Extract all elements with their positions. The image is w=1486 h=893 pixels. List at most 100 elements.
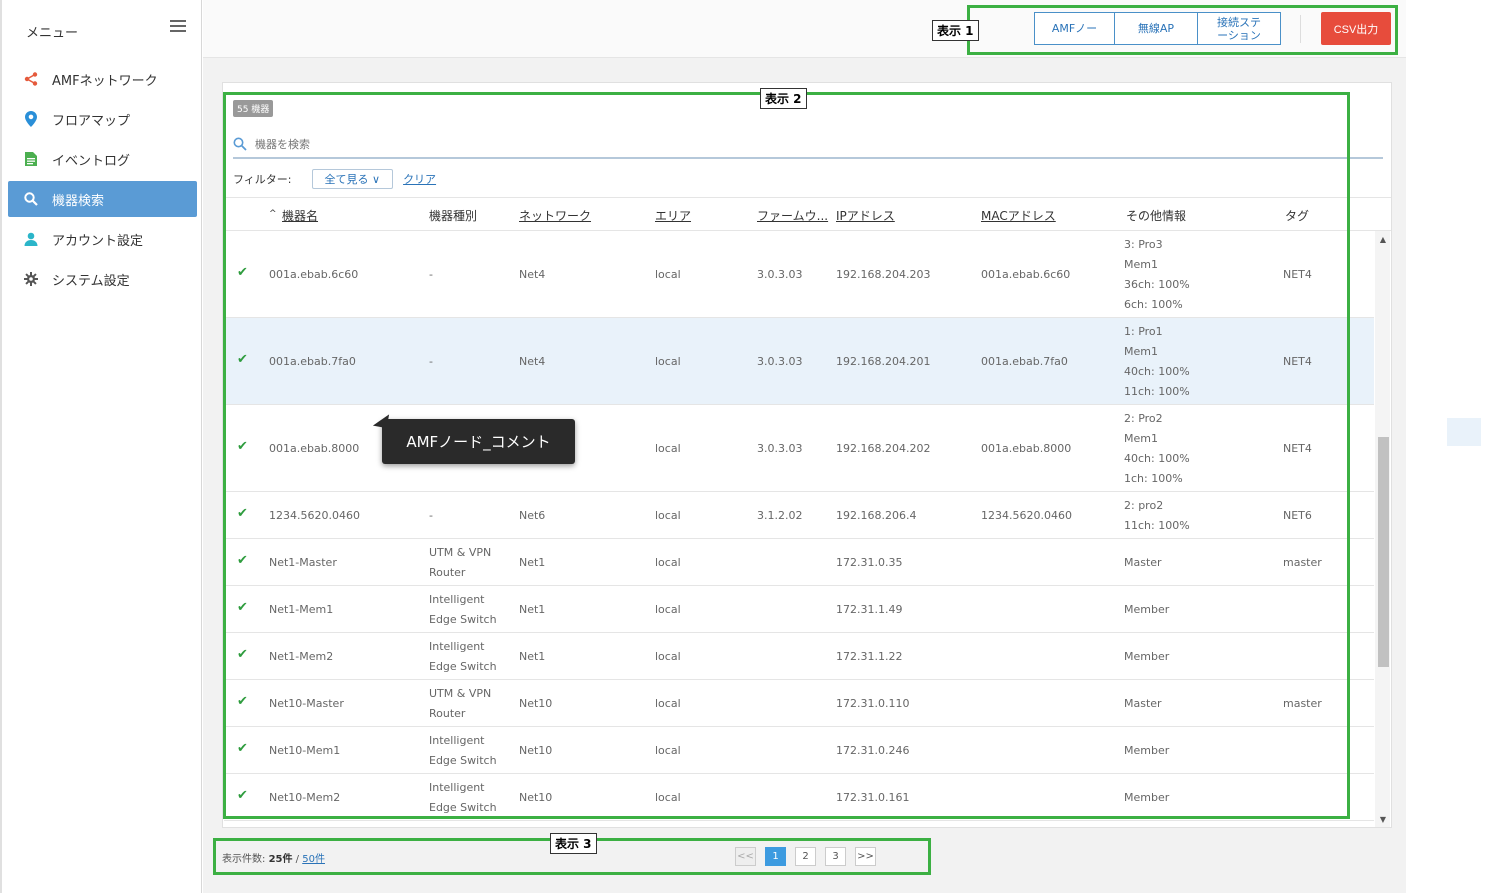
cell-network: Net4 (519, 267, 546, 281)
cell-area: local (655, 649, 681, 663)
search-icon (233, 137, 247, 151)
scroll-down-icon[interactable]: ▼ (1378, 815, 1388, 825)
column-header-ip-address[interactable]: IPアドレス (836, 207, 895, 224)
status-check-icon: ✔ (237, 438, 248, 454)
view-toggle-group: AMFノー 無線AP 接続ステ ーション (1034, 12, 1281, 45)
cell-name: Net1-Mem2 (269, 649, 334, 663)
filter-clear-link[interactable]: クリア (403, 171, 436, 187)
column-header-mac-address[interactable]: MACアドレス (981, 207, 1056, 224)
map-pin-icon (22, 110, 40, 128)
cell-area: local (655, 743, 681, 757)
scroll-thumb[interactable] (1378, 437, 1389, 667)
cell-area: local (655, 267, 681, 281)
pager-page-1[interactable]: 1 (765, 847, 786, 866)
sort-ascending-icon: ^ (269, 209, 277, 219)
cell-info: 1: Pro1 Mem1 40ch: 100% 11ch: 100% (1124, 324, 1190, 398)
cell-area: local (655, 602, 681, 616)
status-check-icon: ✔ (237, 552, 248, 568)
page-size-current: 25件 (268, 854, 293, 865)
table-row[interactable]: ✔ Net10-Master UTM & VPN Router Net10 local 17… (224, 680, 1374, 727)
table-row[interactable]: ✔ 001a.ebab.6c60 - Net4 local 3.0.3.03 192.168… (224, 231, 1374, 318)
cell-tag: NET4 (1283, 354, 1312, 368)
cell-area: local (655, 354, 681, 368)
cell-type: UTM & VPN Router (429, 686, 492, 720)
table-row[interactable]: ✔ Net1-Master UTM & VPN Router Net1 local 172.… (224, 539, 1374, 586)
pager-first-button[interactable]: << (735, 847, 756, 866)
table-row[interactable]: ✔ Net10-Mem2 Intelligent Edge Switch Net10 lo… (224, 774, 1374, 821)
cell-fw: 3.1.2.02 (757, 508, 803, 522)
device-search-input[interactable] (255, 137, 655, 151)
cell-tag: NET6 (1283, 508, 1312, 522)
cell-name: Net10-Master (269, 696, 344, 710)
sidebar-item-floor-map[interactable]: フロアマップ (8, 101, 197, 137)
status-check-icon: ✔ (237, 264, 248, 280)
cell-network: Net1 (519, 555, 546, 569)
wireless-ap-tab-button[interactable]: 無線AP (1115, 12, 1198, 45)
table-row[interactable]: ✔ 001a.ebab.7fa0 - Net4 local 3.0.3.03 192.168… (224, 318, 1374, 405)
sidebar-item-amf-network[interactable]: AMFネットワーク (8, 61, 197, 97)
cell-tag: NET4 (1283, 267, 1312, 281)
page-size-label: 表示件数: (222, 854, 266, 865)
user-icon (22, 230, 40, 248)
filter-dropdown[interactable]: 全て見る ∨ (311, 169, 394, 189)
cell-ip: 192.168.206.4 (836, 508, 917, 522)
status-check-icon: ✔ (237, 740, 248, 756)
cell-ip: 172.31.0.35 (836, 555, 903, 569)
cell-ip: 192.168.204.202 (836, 441, 931, 455)
sidebar-item-event-log[interactable]: イベントログ (8, 141, 197, 177)
column-header-area[interactable]: エリア (655, 207, 691, 224)
annotation-label-1: 表示 1 (932, 20, 979, 41)
sidebar-item-label: システム設定 (52, 273, 130, 289)
cell-type: - (429, 508, 433, 522)
device-count-badge: 55 機器 (233, 100, 274, 117)
cell-mac: 001a.ebab.7fa0 (981, 354, 1068, 368)
cell-area: local (655, 790, 681, 804)
column-header-device-name[interactable]: 機器名 (282, 207, 318, 224)
toolbar-divider (1300, 15, 1301, 43)
status-check-icon: ✔ (237, 787, 248, 803)
cell-network: Net1 (519, 602, 546, 616)
sidebar-item-device-search[interactable]: 機器検索 (8, 181, 197, 217)
cell-fw: 3.0.3.03 (757, 267, 803, 281)
page-size-50-link[interactable]: 50件 (302, 854, 325, 865)
status-check-icon: ✔ (237, 693, 248, 709)
column-header-device-type: 機器種別 (429, 209, 478, 223)
hamburger-menu-icon[interactable] (170, 20, 186, 36)
top-toolbar: 表示 1 AMFノー 無線AP 接続ステ ーション CSV出力 (203, 0, 1406, 58)
annotation-label-3: 表示 3 (550, 833, 597, 854)
cell-network: Net6 (519, 508, 546, 522)
page-size-info: 表示件数: 25件 / 50件 (222, 850, 325, 865)
csv-export-button[interactable]: CSV出力 (1321, 12, 1391, 45)
cell-mac: 1234.5620.0460 (981, 508, 1072, 522)
cell-ip: 192.168.204.203 (836, 267, 931, 281)
cell-name: 001a.ebab.6c60 (269, 267, 359, 281)
column-header-firmware[interactable]: ファームウ... (757, 207, 828, 224)
sidebar-item-account-settings[interactable]: アカウント設定 (8, 221, 197, 257)
menu-title: メニュー (26, 26, 79, 41)
node-comment-tooltip: AMFノード_コメント (382, 419, 575, 464)
sidebar: メニュー AMFネットワーク フロアマップ イベントログ 機器検索 アカウント設… (0, 0, 202, 893)
pager-page-3[interactable]: 3 (825, 847, 846, 866)
sidebar-item-system-settings[interactable]: システム設定 (8, 261, 197, 297)
annotation-label-2: 表示 2 (760, 88, 807, 109)
amf-node-tab-button[interactable]: AMFノー (1034, 12, 1115, 45)
page-size-separator: / (295, 854, 300, 865)
table-footer: 表示件数: 25件 / 50件 表示 3 << 1 2 3 >> (222, 833, 1392, 878)
cell-info: Master (1124, 696, 1162, 710)
pager-last-button[interactable]: >> (855, 847, 876, 866)
cell-info: Master (1124, 555, 1162, 569)
cell-mac: 001a.ebab.6c60 (981, 267, 1071, 281)
cell-info: 2: Pro2 Mem1 40ch: 100% 1ch: 100% (1124, 411, 1190, 485)
table-scrollbar[interactable]: ▲ ▼ (1375, 231, 1390, 827)
column-header-network[interactable]: ネットワーク (519, 207, 591, 224)
table-row[interactable]: ✔ Net10-Mem1 Intelligent Edge Switch Net10 lo… (224, 727, 1374, 774)
pager-page-2[interactable]: 2 (795, 847, 816, 866)
column-header-other-info: その他情報 (1126, 209, 1187, 223)
status-check-icon: ✔ (237, 505, 248, 521)
scroll-up-icon[interactable]: ▲ (1378, 235, 1388, 245)
cell-mac: 001a.ebab.8000 (981, 441, 1072, 455)
connected-station-tab-button[interactable]: 接続ステ ーション (1198, 12, 1281, 45)
table-row[interactable]: ✔ 1234.5620.0460 - Net6 local 3.1.2.02 192.168… (224, 492, 1374, 539)
table-row[interactable]: ✔ Net1-Mem1 Intelligent Edge Switch Net1 loca… (224, 586, 1374, 633)
table-row[interactable]: ✔ Net1-Mem2 Intelligent Edge Switch Net1 loca… (224, 633, 1374, 680)
